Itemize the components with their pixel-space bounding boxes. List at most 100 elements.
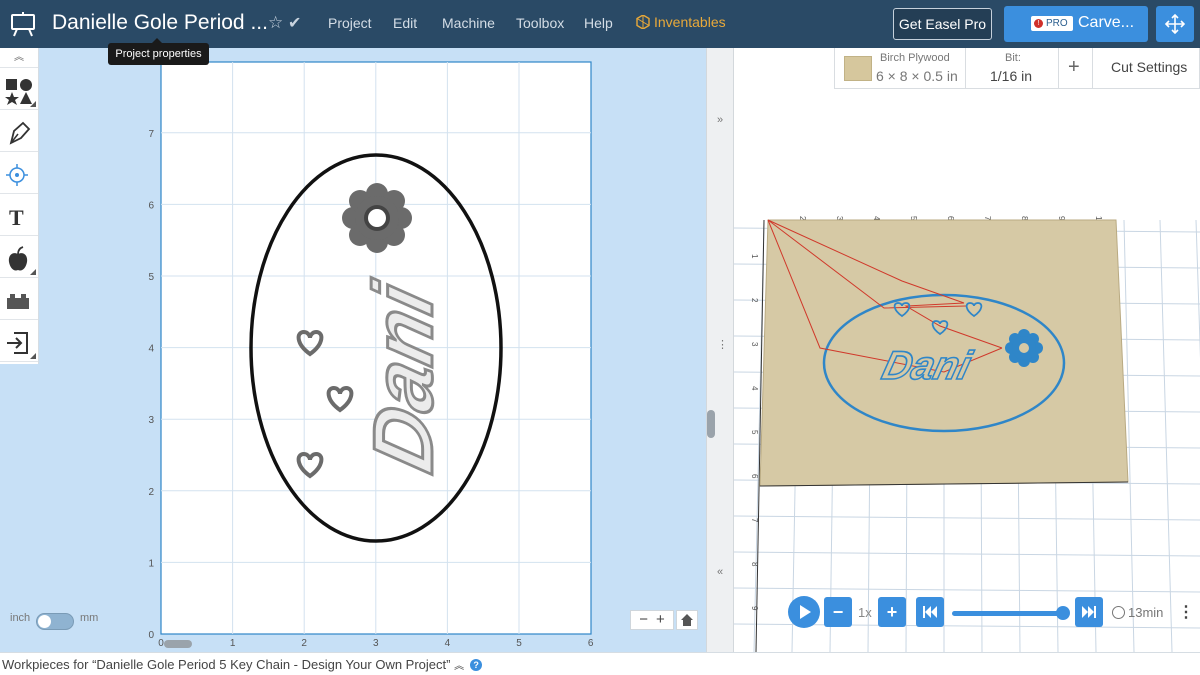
vertical-scrollbar[interactable] [707,410,715,438]
icon-library-tool[interactable] [0,237,38,278]
bit-label: Bit: [1005,52,1021,64]
zoom-out-button[interactable]: − [639,611,648,628]
material-name[interactable]: Birch Plywood [880,52,950,64]
pro-badge: ! PRO [1031,16,1073,31]
zoom-in-button[interactable]: + [656,611,665,628]
play-button[interactable] [788,596,820,628]
design-text-dani[interactable]: Dani [356,272,453,483]
carve-preview-pane[interactable]: 2345678910123456789 [734,48,1200,652]
expand-right-icon[interactable]: » [717,114,723,126]
menu-project[interactable]: Project [328,15,372,31]
play-icon [800,605,811,619]
more-options-icon[interactable]: ⋮ [1178,602,1194,622]
rewind-button[interactable] [916,597,944,627]
y-axis-tick-label: 2 [148,487,154,498]
chevron-up-icon[interactable]: ︽ [454,661,464,672]
progress-slider[interactable] [952,611,1066,616]
zoom-controls: − + [630,610,674,630]
preview-ruler-side-tick: 5 [750,430,759,435]
shapes-icon [5,79,32,105]
menu-edit[interactable]: Edit [393,15,417,31]
cut-settings-button[interactable]: Cut Settings [1111,59,1187,75]
unit-toggle-knob[interactable] [38,615,51,628]
progress-slider-knob[interactable] [1056,606,1070,620]
x-axis-tick-label: 1 [230,638,236,649]
menu-help[interactable]: Help [584,15,613,31]
carve-button[interactable]: ! PRO Carve... [1004,6,1148,42]
menu-toolbox[interactable]: Toolbox [516,15,564,31]
import-icon [7,332,28,354]
x-axis-tick-label: 4 [445,638,451,649]
inventables-label: Inventables [654,14,726,30]
pane-divider[interactable]: » ⋮ « [706,48,734,652]
preview-ruler-side-tick: 7 [750,518,759,523]
project-properties-tooltip: Project properties [108,38,209,65]
unit-toggle[interactable] [36,613,74,630]
alert-icon: ! [1034,19,1043,28]
text-icon: T [9,205,24,230]
bit-value[interactable]: 1/16 in [990,68,1032,84]
star-icon[interactable]: ☆ [268,13,283,33]
menu-inventables[interactable]: Inventables [636,14,726,30]
y-axis-tick-label: 1 [148,558,154,569]
apps-tool[interactable] [0,279,38,320]
y-axis-tick-label: 7 [148,129,154,140]
3d-preview[interactable]: 2345678910123456789 [734,48,1200,652]
y-axis-tick-label: 6 [148,200,154,211]
y-axis-tick-label: 5 [148,272,154,283]
x-axis-tick-label: 6 [588,638,594,649]
pen-tool[interactable] [0,111,38,152]
left-toolbar: ︽ T [0,48,39,364]
carve-label: Carve... [1078,14,1135,31]
workpieces-bar: Workpieces for “Danielle Gole Period 5 K… [0,652,1200,675]
speed-down-button[interactable]: − [824,597,852,627]
saved-check-icon: ✔ [288,15,302,32]
speed-up-button[interactable]: + [878,597,906,627]
horizontal-scrollbar[interactable] [164,640,192,648]
unit-inch-label[interactable]: inch [10,612,30,624]
x-axis-tick-label: 5 [516,638,522,649]
get-easel-pro-button[interactable]: Get Easel Pro [893,8,992,40]
menu-machine[interactable]: Machine [442,15,495,31]
workpieces-toggle[interactable]: Workpieces for “Danielle Gole Period 5 K… [2,657,483,672]
import-tool[interactable] [0,321,38,362]
y-axis-tick-label: 3 [148,415,154,426]
preview-ruler-side-tick: 9 [750,606,759,611]
shapes-tool[interactable] [0,69,38,110]
text-tool[interactable]: T [0,195,38,236]
design-canvas-pane[interactable]: 012345601234567 Dani ︽ T inch mm − + [0,48,706,652]
target-tool[interactable] [0,153,38,194]
speed-value: 1x [858,605,872,620]
project-title[interactable]: Danielle Gole Period ... [52,11,268,35]
x-axis-tick-label: 2 [301,638,307,649]
x-axis-tick-label: 3 [373,638,379,649]
design-canvas[interactable]: 0 1 2 3 4 5 601234567 Dani [0,48,706,652]
drag-handle-icon[interactable]: ⋮ [717,338,728,351]
skip-forward-icon [1082,606,1096,618]
apple-icon [8,246,28,271]
easel-app-icon[interactable] [10,11,36,37]
preview-ruler-side-tick: 6 [750,474,759,479]
svg-text:T: T [9,205,24,230]
skip-back-icon [923,606,937,618]
flower-icon[interactable] [342,183,412,253]
material-swatch[interactable] [844,56,872,81]
preview-ruler-side-tick: 1 [750,254,759,259]
preview-ruler-side-tick: 4 [750,386,759,391]
pen-icon [9,121,31,145]
help-icon[interactable]: ? [470,659,483,671]
home-view-button[interactable] [676,610,698,630]
top-bar: Danielle Gole Period ... ☆ ✔ Project Edi… [0,0,1200,48]
unit-mm-label[interactable]: mm [80,612,98,624]
expand-preview-button[interactable] [1156,6,1194,42]
preview-ruler-side-tick: 8 [750,562,759,567]
fast-forward-button[interactable] [1075,597,1103,627]
expand-left-icon[interactable]: « [717,566,723,578]
estimated-time: 13min [1112,605,1163,620]
home-icon [681,614,693,626]
collapse-toolbar-icon[interactable]: ︽ [0,48,38,68]
material-dimensions[interactable]: 6 × 8 × 0.5 in [876,68,958,84]
lego-brick-icon [7,294,29,309]
add-bit-button[interactable]: + [1068,56,1080,79]
crosshair-icon [6,164,28,186]
